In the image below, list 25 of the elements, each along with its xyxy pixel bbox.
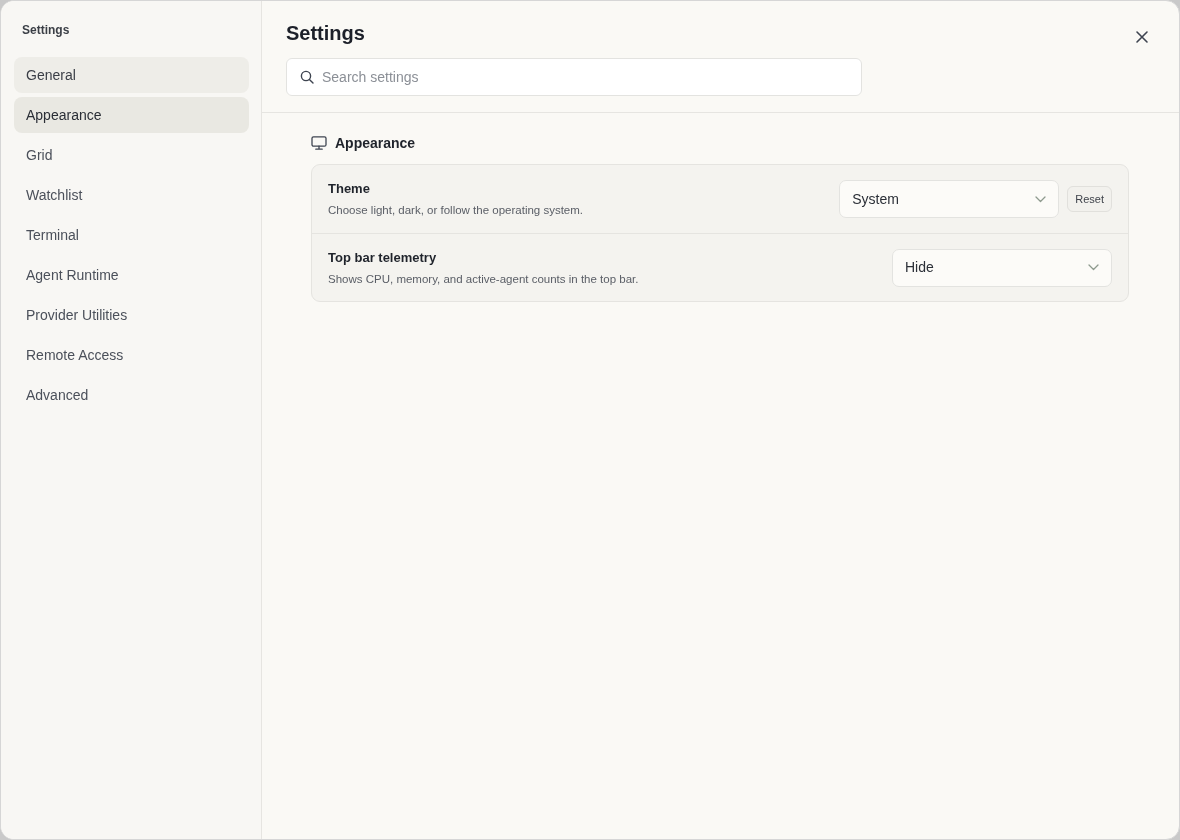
section-title: Appearance [335, 133, 416, 153]
sidebar-item[interactable]: General [14, 57, 249, 93]
setting-description: Shows CPU, memory, and active-agent counts in the top bar. [328, 271, 639, 287]
sidebar-item[interactable]: Agent Runtime [14, 257, 249, 293]
close-icon [1135, 30, 1149, 44]
sidebar-item[interactable]: Advanced [14, 377, 249, 413]
chevron-down-icon [1088, 264, 1099, 271]
setting-title: Top bar telemetry [328, 248, 438, 266]
setting-description: Choose light, dark, or follow the operating system. [328, 203, 584, 218]
monitor-icon [311, 136, 327, 150]
setting-title: Theme [328, 180, 371, 197]
page-title: Settings [286, 21, 366, 46]
sidebar-item[interactable]: Watchlist [14, 177, 249, 213]
select-dropdown[interactable]: Hide [892, 248, 1112, 287]
search-field[interactable]: Search settings [286, 58, 862, 96]
sidebar-item[interactable]: Provider Utilities [14, 297, 249, 333]
reset-button[interactable]: Reset [1067, 186, 1112, 212]
sidebar-item[interactable]: Appearance [14, 97, 249, 133]
search-icon [300, 70, 314, 84]
sidebar-item[interactable]: Remote Access [14, 337, 249, 373]
sidebar-item[interactable]: Terminal [14, 217, 249, 253]
sidebar-item[interactable]: Grid [14, 137, 249, 173]
chevron-down-icon [1035, 195, 1047, 203]
select-dropdown[interactable]: System [839, 180, 1060, 218]
sidebar-title: Settings [21, 22, 71, 38]
